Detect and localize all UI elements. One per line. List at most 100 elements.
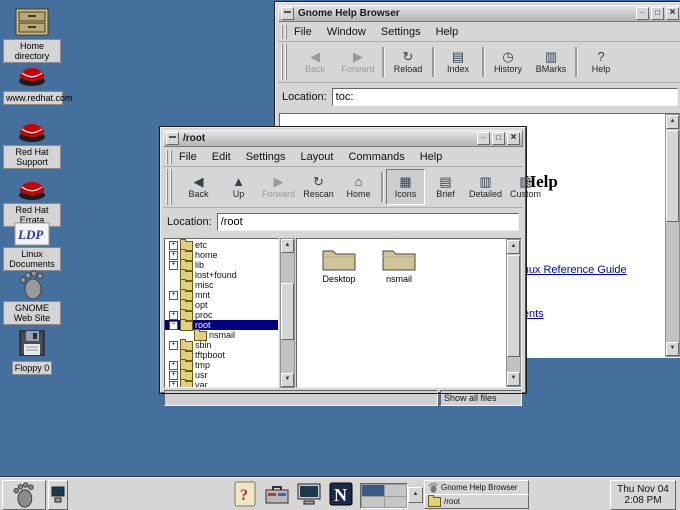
reload-button[interactable]: ↻ Reload	[387, 44, 429, 80]
expander-icon[interactable]	[169, 361, 178, 370]
toolbar-handle[interactable]	[281, 44, 289, 80]
minimize-button[interactable]	[477, 132, 490, 145]
window-menu-button[interactable]	[281, 7, 294, 20]
close-button[interactable]	[666, 7, 679, 20]
desktop-icon-linux-documents[interactable]: LDP Linux Documents	[4, 222, 60, 272]
expander-icon[interactable]	[169, 261, 178, 270]
expander-icon[interactable]	[169, 381, 178, 389]
pager-arrow-button[interactable]: ▲	[408, 487, 423, 503]
scroll-up-arrow[interactable]	[281, 239, 294, 253]
detailed-view-button[interactable]: ▥ Detailed	[466, 169, 505, 205]
menu-help[interactable]: Help	[420, 151, 443, 163]
monitor-applet[interactable]	[48, 480, 68, 510]
minimize-button[interactable]	[636, 7, 649, 20]
files-vertical-scrollbar[interactable]	[506, 239, 521, 387]
tree-vertical-scrollbar[interactable]	[280, 238, 295, 388]
location-label: Location:	[282, 91, 327, 103]
back-button[interactable]: ◀ Back	[179, 169, 218, 205]
desktop-icon-redhat-support[interactable]: Red Hat Support	[4, 114, 60, 170]
maximize-button[interactable]	[492, 132, 505, 145]
rescan-button[interactable]: ↻ Rescan	[299, 169, 338, 205]
folder-item-desktop[interactable]: Desktop	[315, 245, 363, 284]
scrollbar-track[interactable]	[281, 253, 294, 373]
help-vertical-scrollbar[interactable]	[665, 114, 680, 357]
menu-window[interactable]: Window	[327, 26, 366, 38]
menu-layout[interactable]: Layout	[300, 151, 333, 163]
clock-applet[interactable]: Thu Nov 04 2:08 PM	[610, 480, 676, 510]
scrollbar-thumb[interactable]	[666, 130, 679, 222]
up-button[interactable]: ▲ Up	[219, 169, 258, 205]
menubar-handle[interactable]	[281, 25, 289, 39]
folder-item-label: nsmail	[375, 274, 423, 284]
ldp-icon: LDP	[14, 222, 50, 246]
desktop-icon-floppy-0[interactable]: Floppy 0	[4, 328, 60, 376]
folder-icon	[321, 245, 357, 273]
icons-view-button[interactable]: ▦ Icons	[386, 169, 425, 205]
scrollbar-track[interactable]	[507, 254, 520, 372]
scrollbar-thumb[interactable]	[281, 283, 294, 340]
help-launcher[interactable]: ?	[230, 480, 260, 508]
task-button-root[interactable]: /root	[424, 494, 529, 509]
pager-desktop[interactable]	[362, 497, 384, 508]
history-button[interactable]: ◷ History	[487, 44, 529, 80]
scrollbar-thumb[interactable]	[507, 255, 520, 357]
task-button-help-browser[interactable]: Gnome Help Browser	[424, 480, 529, 495]
close-button[interactable]	[507, 132, 520, 145]
toolbar-handle[interactable]	[166, 169, 174, 205]
help-button[interactable]: ? Help	[580, 44, 622, 80]
expander-icon[interactable]	[169, 251, 178, 260]
forward-button[interactable]: ▶ Forward	[259, 169, 298, 205]
expander-icon[interactable]	[169, 291, 178, 300]
menu-file[interactable]: File	[179, 151, 197, 163]
location-input[interactable]	[217, 213, 519, 231]
folder-item-nsmail[interactable]: nsmail	[375, 245, 423, 284]
terminal-launcher[interactable]	[294, 480, 324, 508]
file-manager-titlebar[interactable]: /root	[163, 130, 523, 147]
custom-view-button[interactable]: ▧ Custom	[506, 169, 545, 205]
location-input[interactable]	[332, 88, 678, 106]
main-menu-button[interactable]	[2, 480, 46, 510]
menubar-handle[interactable]	[166, 150, 174, 164]
scroll-down-arrow[interactable]	[666, 342, 679, 356]
pager-desktop-active[interactable]	[362, 485, 384, 496]
scroll-down-arrow[interactable]	[281, 373, 294, 387]
scroll-up-arrow[interactable]	[507, 240, 520, 254]
expander-icon[interactable]	[169, 311, 178, 320]
pager-desktop[interactable]	[385, 485, 407, 496]
netscape-launcher[interactable]: N	[326, 480, 356, 508]
expander-icon[interactable]	[169, 241, 178, 250]
desktop-icon-gnome-web-site[interactable]: GNOME Web Site	[4, 270, 60, 326]
forward-button[interactable]: ▶ Forward	[337, 44, 379, 80]
scroll-up-arrow[interactable]	[666, 115, 679, 129]
bmarks-button[interactable]: ▥ BMarks	[530, 44, 572, 80]
tree-item-selected[interactable]: root	[165, 320, 278, 330]
config-tool-launcher[interactable]	[262, 480, 292, 508]
expander-icon[interactable]	[169, 321, 178, 330]
window-title: Gnome Help Browser	[296, 8, 634, 19]
home-button[interactable]: ⌂ Home	[339, 169, 378, 205]
file-manager-menubar: File Edit Settings Layout Commands Help	[163, 148, 523, 167]
pager-desktop[interactable]	[385, 497, 407, 508]
menu-commands[interactable]: Commands	[348, 151, 404, 163]
scroll-down-arrow[interactable]	[507, 372, 520, 386]
desktop-icon-redhat-com[interactable]: www.redhat.com	[4, 58, 60, 106]
brief-view-button[interactable]: ▤ Brief	[426, 169, 465, 205]
scrollbar-track[interactable]	[666, 129, 679, 342]
desk-guide-pager[interactable]	[360, 483, 408, 509]
menu-edit[interactable]: Edit	[212, 151, 231, 163]
window-menu-button[interactable]	[166, 132, 179, 145]
desktop-icon-redhat-errata[interactable]: Red Hat Errata	[4, 172, 60, 228]
toolbar-separator	[482, 47, 484, 77]
help-browser-titlebar[interactable]: Gnome Help Browser	[278, 5, 680, 22]
desktop-icon-home-directory[interactable]: Home directory	[4, 6, 60, 64]
menu-file[interactable]: File	[294, 26, 312, 38]
menu-settings[interactable]: Settings	[246, 151, 286, 163]
expander-icon[interactable]	[169, 371, 178, 380]
back-button[interactable]: ◀ Back	[294, 44, 336, 80]
maximize-button[interactable]	[651, 7, 664, 20]
tree-item[interactable]: var	[165, 380, 278, 388]
menu-help[interactable]: Help	[436, 26, 459, 38]
expander-icon[interactable]	[169, 341, 178, 350]
index-button[interactable]: ▤ Index	[437, 44, 479, 80]
menu-settings[interactable]: Settings	[381, 26, 421, 38]
